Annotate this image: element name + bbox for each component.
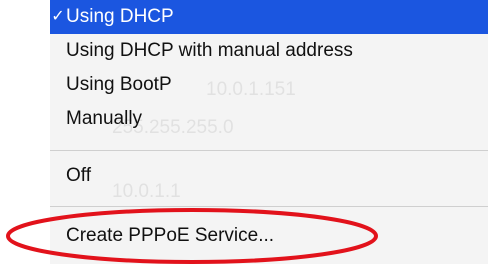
menu-item-using-dhcp-manual-address[interactable]: Using DHCP with manual address	[50, 34, 488, 68]
menu-item-label: Using DHCP	[66, 6, 174, 27]
menu-item-off[interactable]: Off	[50, 159, 488, 193]
menu-item-label: Create PPPoE Service...	[66, 225, 275, 246]
menu-item-label: Off	[66, 165, 91, 186]
menu-separator	[50, 150, 488, 151]
menu-item-manually[interactable]: Manually	[50, 102, 488, 136]
menu-item-create-pppoe-service[interactable]: Create PPPoE Service...	[50, 219, 488, 253]
menu-item-label: Using BootP	[66, 74, 172, 95]
configure-ipv4-popup-menu: 10.0.1.151 255.255.255.0 10.0.1.1 ✓ Usin…	[50, 0, 488, 264]
menu-item-label: Using DHCP with manual address	[66, 40, 353, 61]
menu-item-label: Manually	[66, 108, 143, 129]
checkmark-icon: ✓	[51, 8, 65, 25]
menu-item-using-dhcp[interactable]: ✓ Using DHCP	[50, 0, 488, 34]
menu-item-using-bootp[interactable]: Using BootP	[50, 68, 488, 102]
menu-separator	[50, 206, 488, 207]
network-config-screenshot: 10.0.1.151 255.255.255.0 10.0.1.1 ✓ Usin…	[0, 0, 488, 264]
